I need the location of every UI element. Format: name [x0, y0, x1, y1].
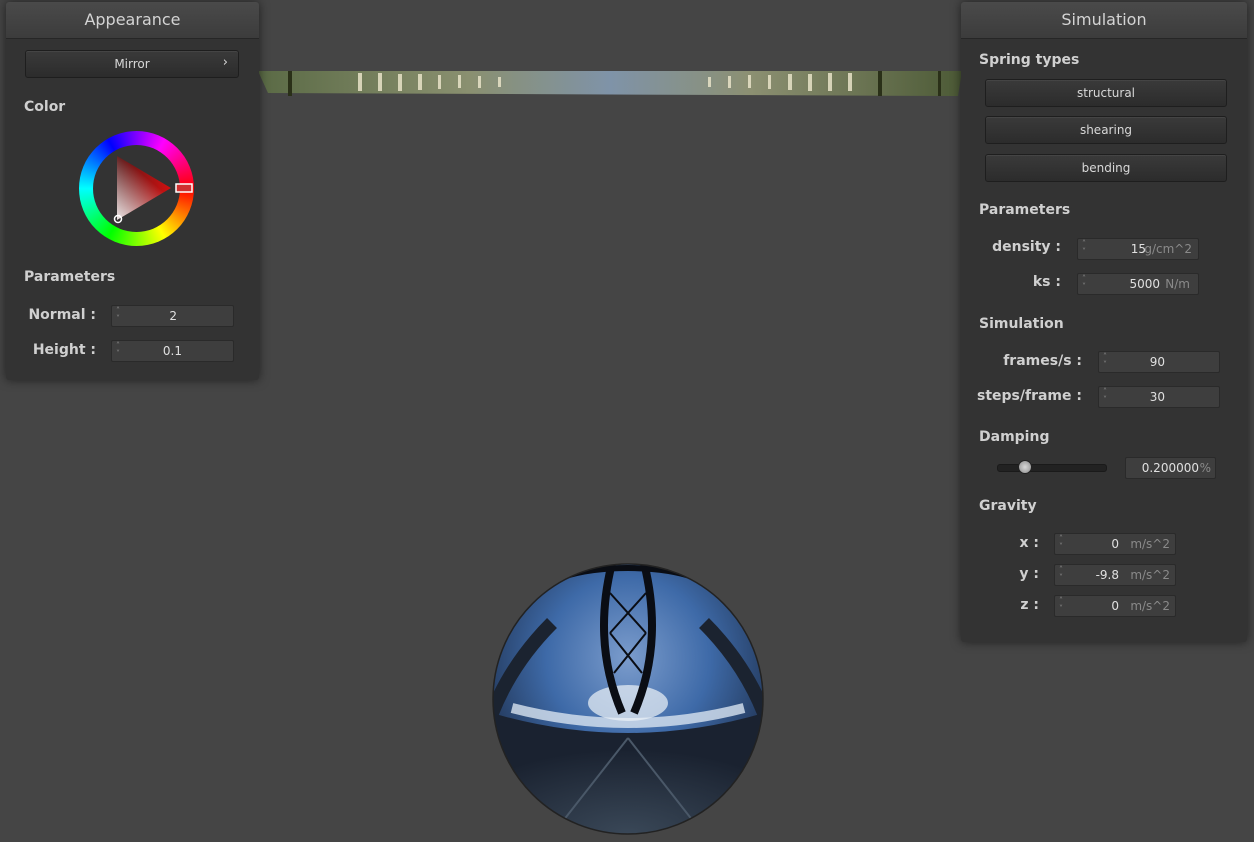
spinner-icon[interactable]: ˄ ˅: [1059, 566, 1063, 582]
gravity-y-value: -9.8: [1095, 568, 1119, 582]
gravity-x-value: 0: [1111, 537, 1119, 551]
color-section-label: Color: [24, 99, 66, 115]
damping-slider[interactable]: [997, 459, 1107, 475]
damping-label: Damping: [979, 429, 1050, 445]
gravity-y-unit: m/s^2: [1130, 568, 1170, 582]
appearance-parameters-label: Parameters: [24, 269, 116, 285]
damping-slider-knob[interactable]: [1018, 460, 1032, 474]
normal-label: Normal :: [28, 307, 96, 323]
gravity-z-field[interactable]: ˄ ˅ 0 m/s^2: [1054, 595, 1176, 617]
gravity-y-label: y :: [1019, 566, 1039, 582]
spinner-icon[interactable]: ˄ ˅: [1082, 275, 1086, 291]
spring-bending-button[interactable]: bending: [985, 154, 1227, 182]
spring-types-label: Spring types: [979, 52, 1080, 68]
spinner-icon[interactable]: ˄ ˅: [116, 342, 120, 358]
damping-slider-track: [997, 464, 1107, 472]
hue-handle[interactable]: [175, 183, 193, 193]
spinner-icon[interactable]: ˄ ˅: [1059, 597, 1063, 613]
normal-field[interactable]: ˄ ˅ 2: [111, 305, 234, 327]
normal-value: 2: [169, 309, 177, 323]
fps-field[interactable]: ˄ ˅ 90: [1098, 351, 1220, 373]
gravity-y-field[interactable]: ˄ ˅ -9.8 m/s^2: [1054, 564, 1176, 586]
gravity-x-label: x :: [1019, 535, 1039, 551]
appearance-panel-title[interactable]: Appearance: [6, 2, 259, 39]
spinner-icon[interactable]: ˄ ˅: [116, 307, 120, 323]
spinner-icon[interactable]: ˄ ˅: [1059, 535, 1063, 551]
ks-value: 5000: [1129, 277, 1160, 291]
gravity-z-unit: m/s^2: [1130, 599, 1170, 613]
fps-label: frames/s :: [1003, 353, 1082, 369]
fps-value: 90: [1149, 355, 1165, 369]
gravity-label: Gravity: [979, 498, 1037, 514]
shader-select-button[interactable]: Mirror ›: [25, 50, 239, 78]
damping-value: 0.200000: [1141, 461, 1199, 475]
gravity-x-field[interactable]: ˄ ˅ 0 m/s^2: [1054, 533, 1176, 555]
mirror-sphere: [492, 563, 764, 835]
spinner-icon[interactable]: ˄ ˅: [1103, 353, 1107, 369]
steps-field[interactable]: ˄ ˅ 30: [1098, 386, 1220, 408]
chevron-right-icon: ›: [222, 55, 228, 70]
sim-parameters-label: Parameters: [979, 202, 1071, 218]
simulation-panel-title[interactable]: Simulation: [961, 2, 1247, 39]
appearance-panel: Appearance Mirror › Color Parameters Nor…: [6, 2, 259, 380]
damping-unit: %: [1199, 461, 1211, 475]
spring-structural-button[interactable]: structural: [985, 79, 1227, 107]
spinner-icon[interactable]: ˄ ˅: [1082, 240, 1086, 256]
gravity-z-value: 0: [1111, 599, 1119, 613]
cloth-strip: [258, 71, 962, 96]
height-value: 0.1: [162, 344, 182, 358]
ks-field[interactable]: ˄ ˅ 5000 N/m: [1077, 273, 1199, 295]
ks-unit: N/m: [1165, 277, 1190, 291]
color-wheel[interactable]: [79, 131, 194, 246]
density-field[interactable]: ˄ ˅ 15 g/cm^2: [1077, 238, 1199, 260]
damping-field[interactable]: 0.200000 %: [1125, 457, 1216, 479]
shader-select-label: Mirror: [114, 57, 150, 71]
height-field[interactable]: ˄ ˅ 0.1: [111, 340, 234, 362]
steps-value: 30: [1149, 390, 1165, 404]
steps-label: steps/frame :: [977, 388, 1082, 404]
spinner-icon[interactable]: ˄ ˅: [1103, 388, 1107, 404]
simulation-panel: Simulation Spring types structural shear…: [961, 2, 1247, 642]
ks-label: ks :: [1032, 274, 1061, 290]
gravity-x-unit: m/s^2: [1130, 537, 1170, 551]
height-label: Height :: [32, 342, 96, 358]
simulation-section-label: Simulation: [979, 316, 1064, 332]
density-label: density :: [992, 239, 1061, 255]
spring-shearing-button[interactable]: shearing: [985, 116, 1227, 144]
gravity-z-label: z :: [1020, 597, 1039, 613]
density-unit: g/cm^2: [1144, 242, 1192, 256]
